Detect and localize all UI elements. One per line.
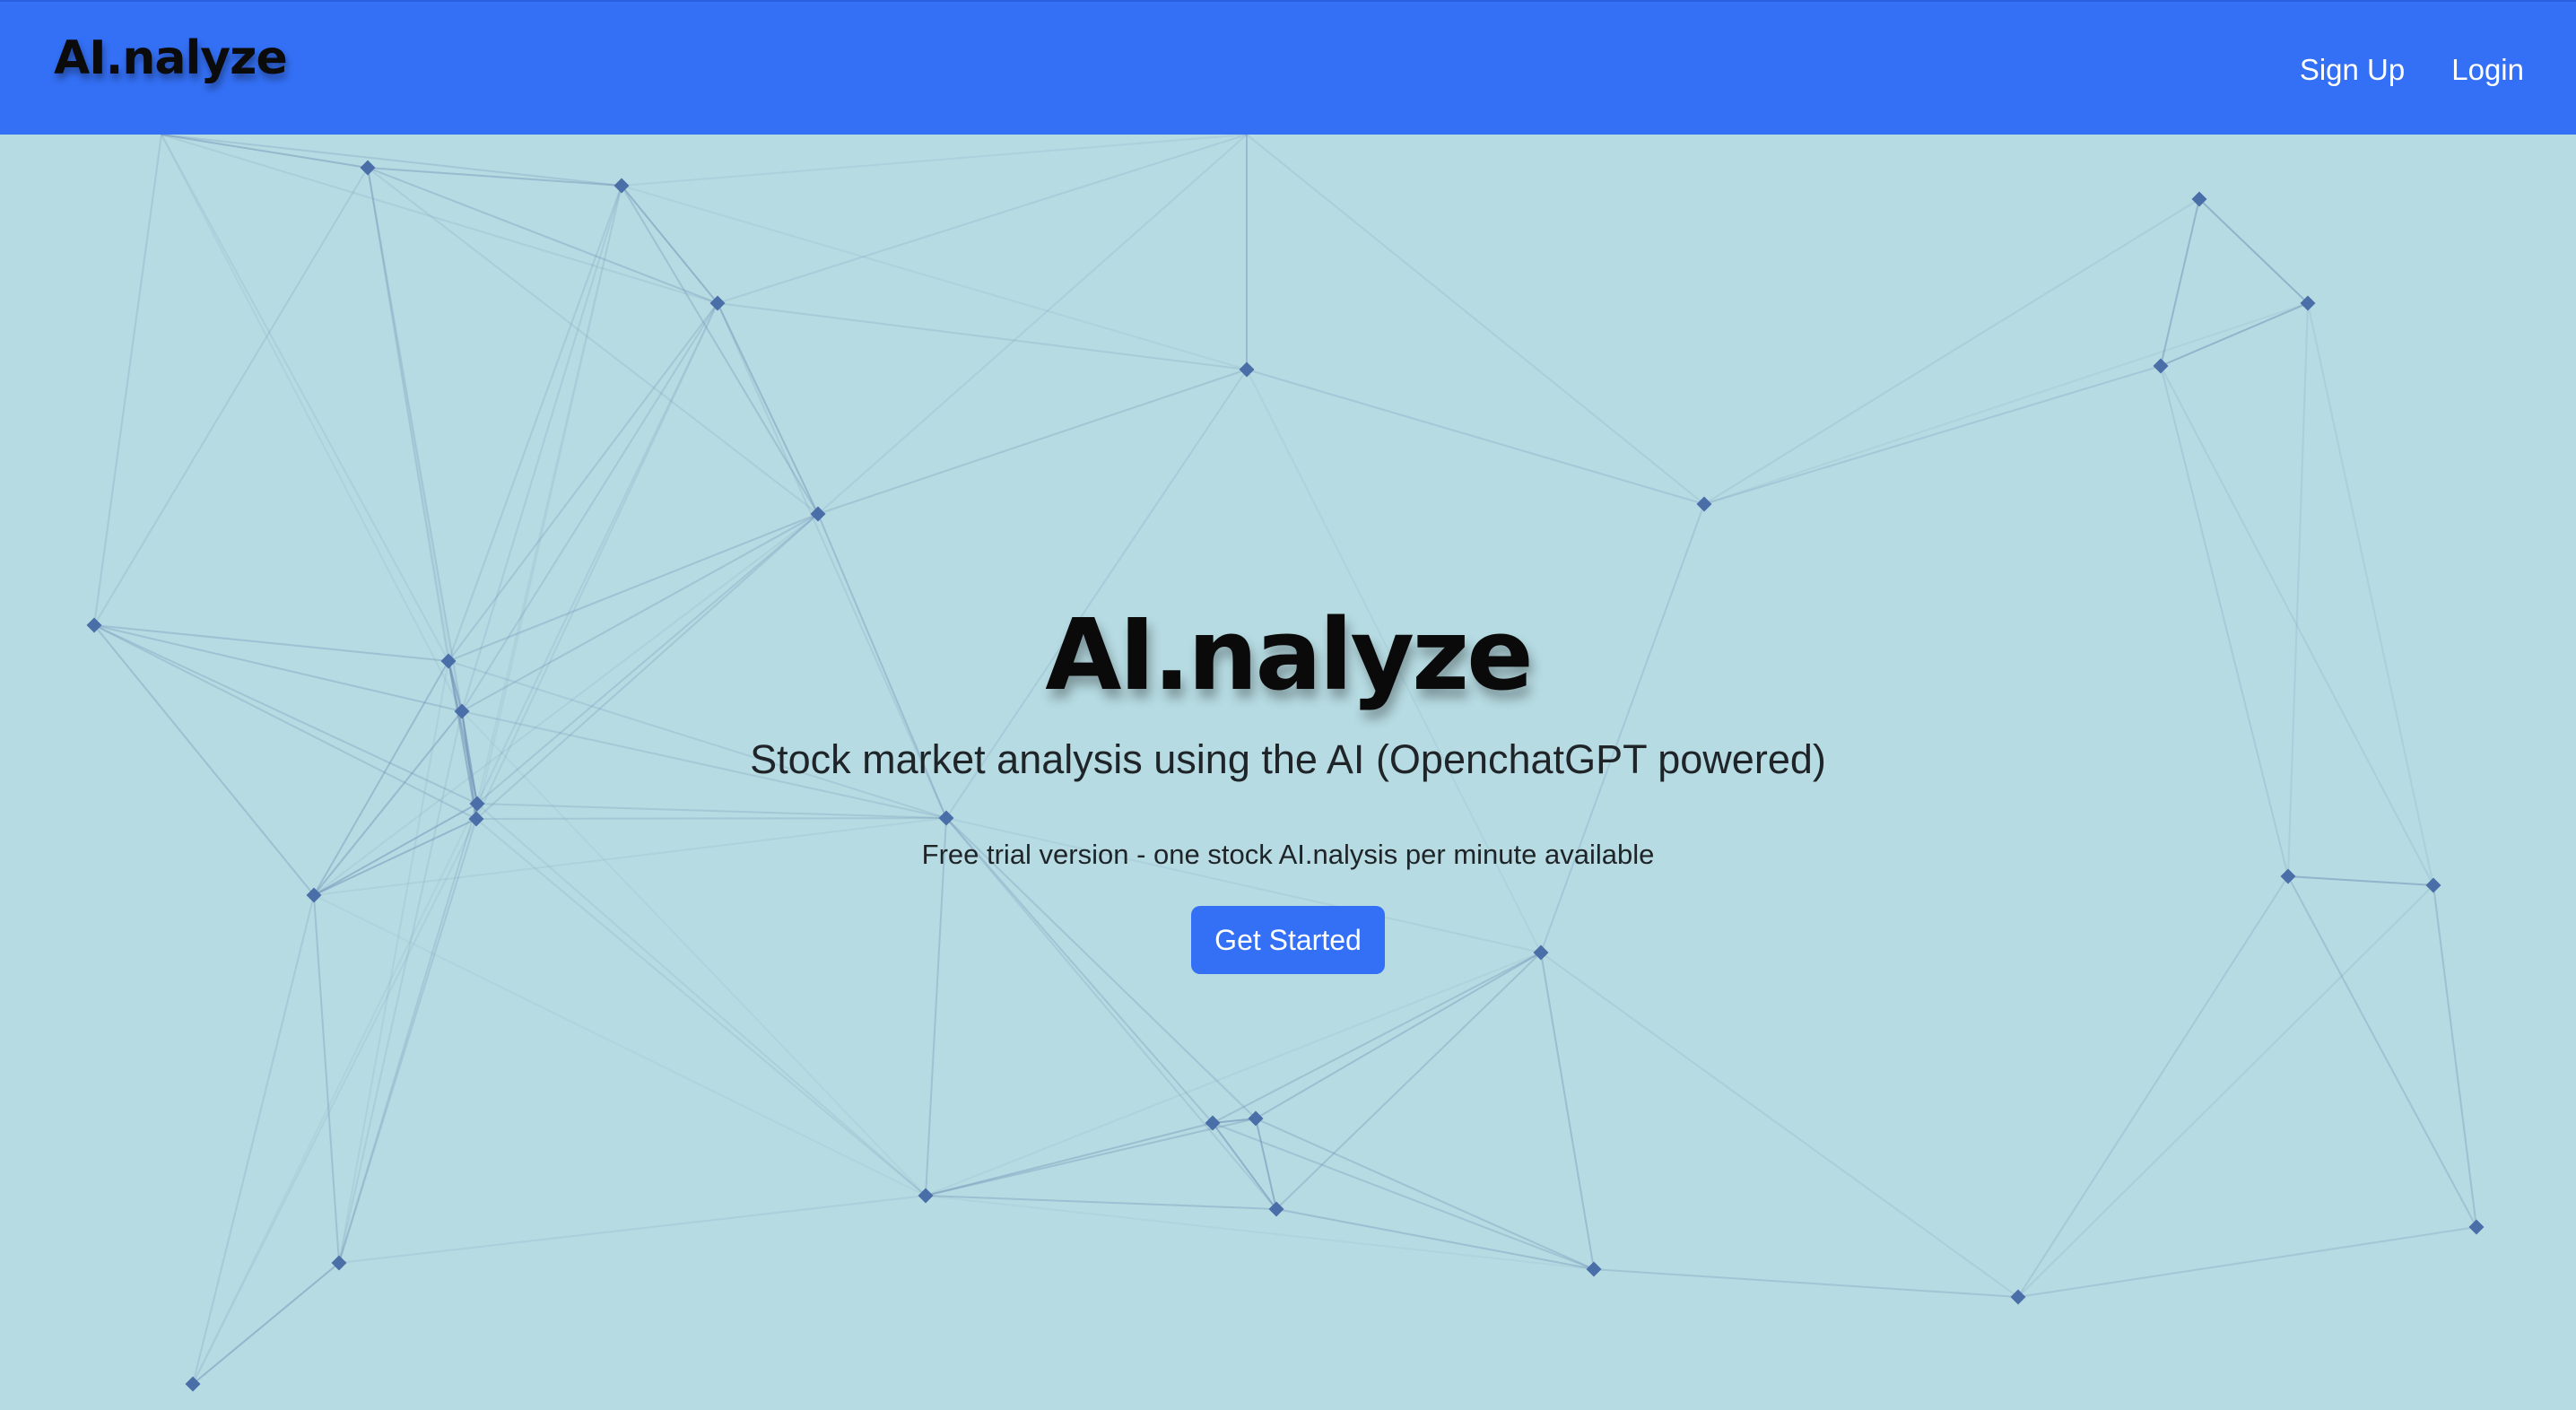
network-edge (161, 135, 369, 169)
hero-section: AI.nalyze Stock market analysis using th… (0, 574, 2576, 974)
network-edge (2017, 1226, 2477, 1298)
network-edge (161, 135, 622, 187)
network-edge (93, 167, 369, 626)
network-edge (717, 302, 1248, 370)
hero-subtitle: Stock market analysis using the AI (Open… (750, 736, 1826, 782)
network-edge (1246, 369, 1705, 505)
network-edge (192, 1262, 340, 1385)
network-edge (2198, 198, 2309, 304)
navbar: AI.nalyze Sign Up Login (0, 0, 2576, 135)
hero-note: Free trial version - one stock AI.nalysi… (921, 839, 1655, 870)
nav-links: Sign Up Login (2300, 45, 2524, 95)
network-edge (338, 1195, 927, 1264)
network-edge (1212, 952, 1542, 1124)
network-node (1239, 361, 1255, 378)
network-edge (1275, 952, 1542, 1210)
network-edge (925, 1122, 1214, 1197)
network-edge (1212, 1122, 1595, 1270)
network-edge (1703, 365, 2162, 505)
network-edge (161, 135, 718, 304)
network-edge (925, 1195, 1277, 1210)
hero-title: AI.nalyze (1045, 597, 1533, 712)
network-edge (93, 135, 162, 626)
network-edge (1246, 135, 1705, 505)
network-edge (1540, 952, 1595, 1270)
signup-link[interactable]: Sign Up (2300, 45, 2405, 95)
network-edge (621, 135, 1248, 187)
network-node (2153, 358, 2169, 374)
network-node (360, 160, 376, 176)
network-edge (717, 135, 1248, 304)
login-link[interactable]: Login (2451, 45, 2524, 95)
brand-logo[interactable]: AI.nalyze (54, 27, 288, 90)
network-edge (717, 302, 819, 515)
get-started-button[interactable]: Get Started (1191, 906, 1385, 974)
network-node (2468, 1219, 2485, 1235)
network-edge (367, 167, 819, 515)
network-edge (925, 1195, 1595, 1270)
network-edge (1540, 952, 2019, 1298)
network-node (1586, 1261, 1602, 1277)
network-edge (1255, 952, 1542, 1119)
network-edge (817, 369, 1248, 515)
network-edge (1703, 198, 2200, 505)
network-edge (2160, 302, 2309, 367)
network-edge (367, 167, 718, 304)
network-edge (1593, 1268, 2019, 1298)
network-edge (1255, 1118, 1595, 1270)
